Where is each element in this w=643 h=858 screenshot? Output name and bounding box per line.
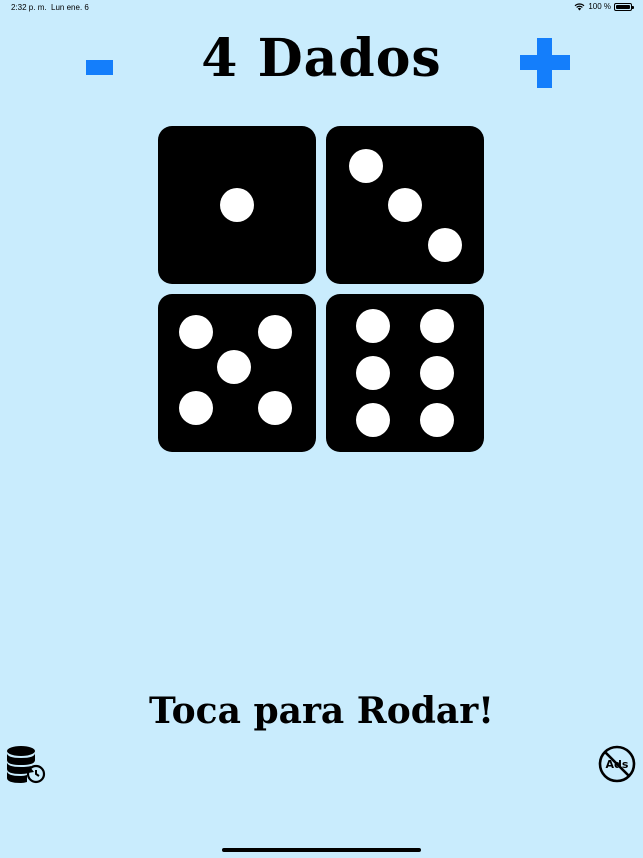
die-pip	[419, 403, 454, 438]
home-indicator[interactable]	[222, 848, 421, 852]
wifi-icon	[574, 2, 585, 10]
die-pip	[356, 356, 391, 390]
tap-to-roll-text[interactable]: Toca para Rodar!	[0, 690, 643, 732]
die-1[interactable]	[158, 126, 316, 284]
battery-text: 100 %	[588, 2, 611, 11]
status-time: 2:32 p. m. Lun ene. 6	[11, 3, 89, 12]
die-4[interactable]	[326, 294, 484, 452]
no-ads-label: Ads	[606, 758, 629, 771]
status-bar: 2:32 p. m. Lun ene. 6 100 %	[0, 0, 643, 16]
no-ads-button[interactable]: Ads	[597, 744, 637, 784]
die-3[interactable]	[158, 294, 316, 452]
die-2[interactable]	[326, 126, 484, 284]
dice-grid[interactable]	[158, 126, 484, 452]
die-pip	[356, 308, 391, 343]
status-time-text: 2:32 p. m.	[11, 3, 47, 12]
status-date-text: Lun ene. 6	[51, 3, 89, 12]
die-pip	[257, 390, 292, 425]
die-pip	[419, 356, 454, 390]
history-button[interactable]	[5, 743, 47, 785]
die-pip	[348, 148, 383, 183]
die-pip	[257, 314, 292, 349]
die-pip	[356, 403, 391, 438]
die-pip	[178, 390, 213, 425]
battery-icon	[614, 2, 634, 11]
no-ads-icon: Ads	[598, 745, 636, 783]
add-die-button[interactable]	[520, 38, 570, 88]
die-pip	[220, 188, 254, 222]
status-right: 100 %	[574, 2, 634, 11]
die-pip	[419, 308, 454, 343]
die-pip	[178, 314, 213, 349]
die-pip	[427, 227, 462, 262]
die-pip	[216, 349, 251, 384]
die-pip	[388, 188, 422, 222]
database-history-icon	[7, 746, 46, 784]
